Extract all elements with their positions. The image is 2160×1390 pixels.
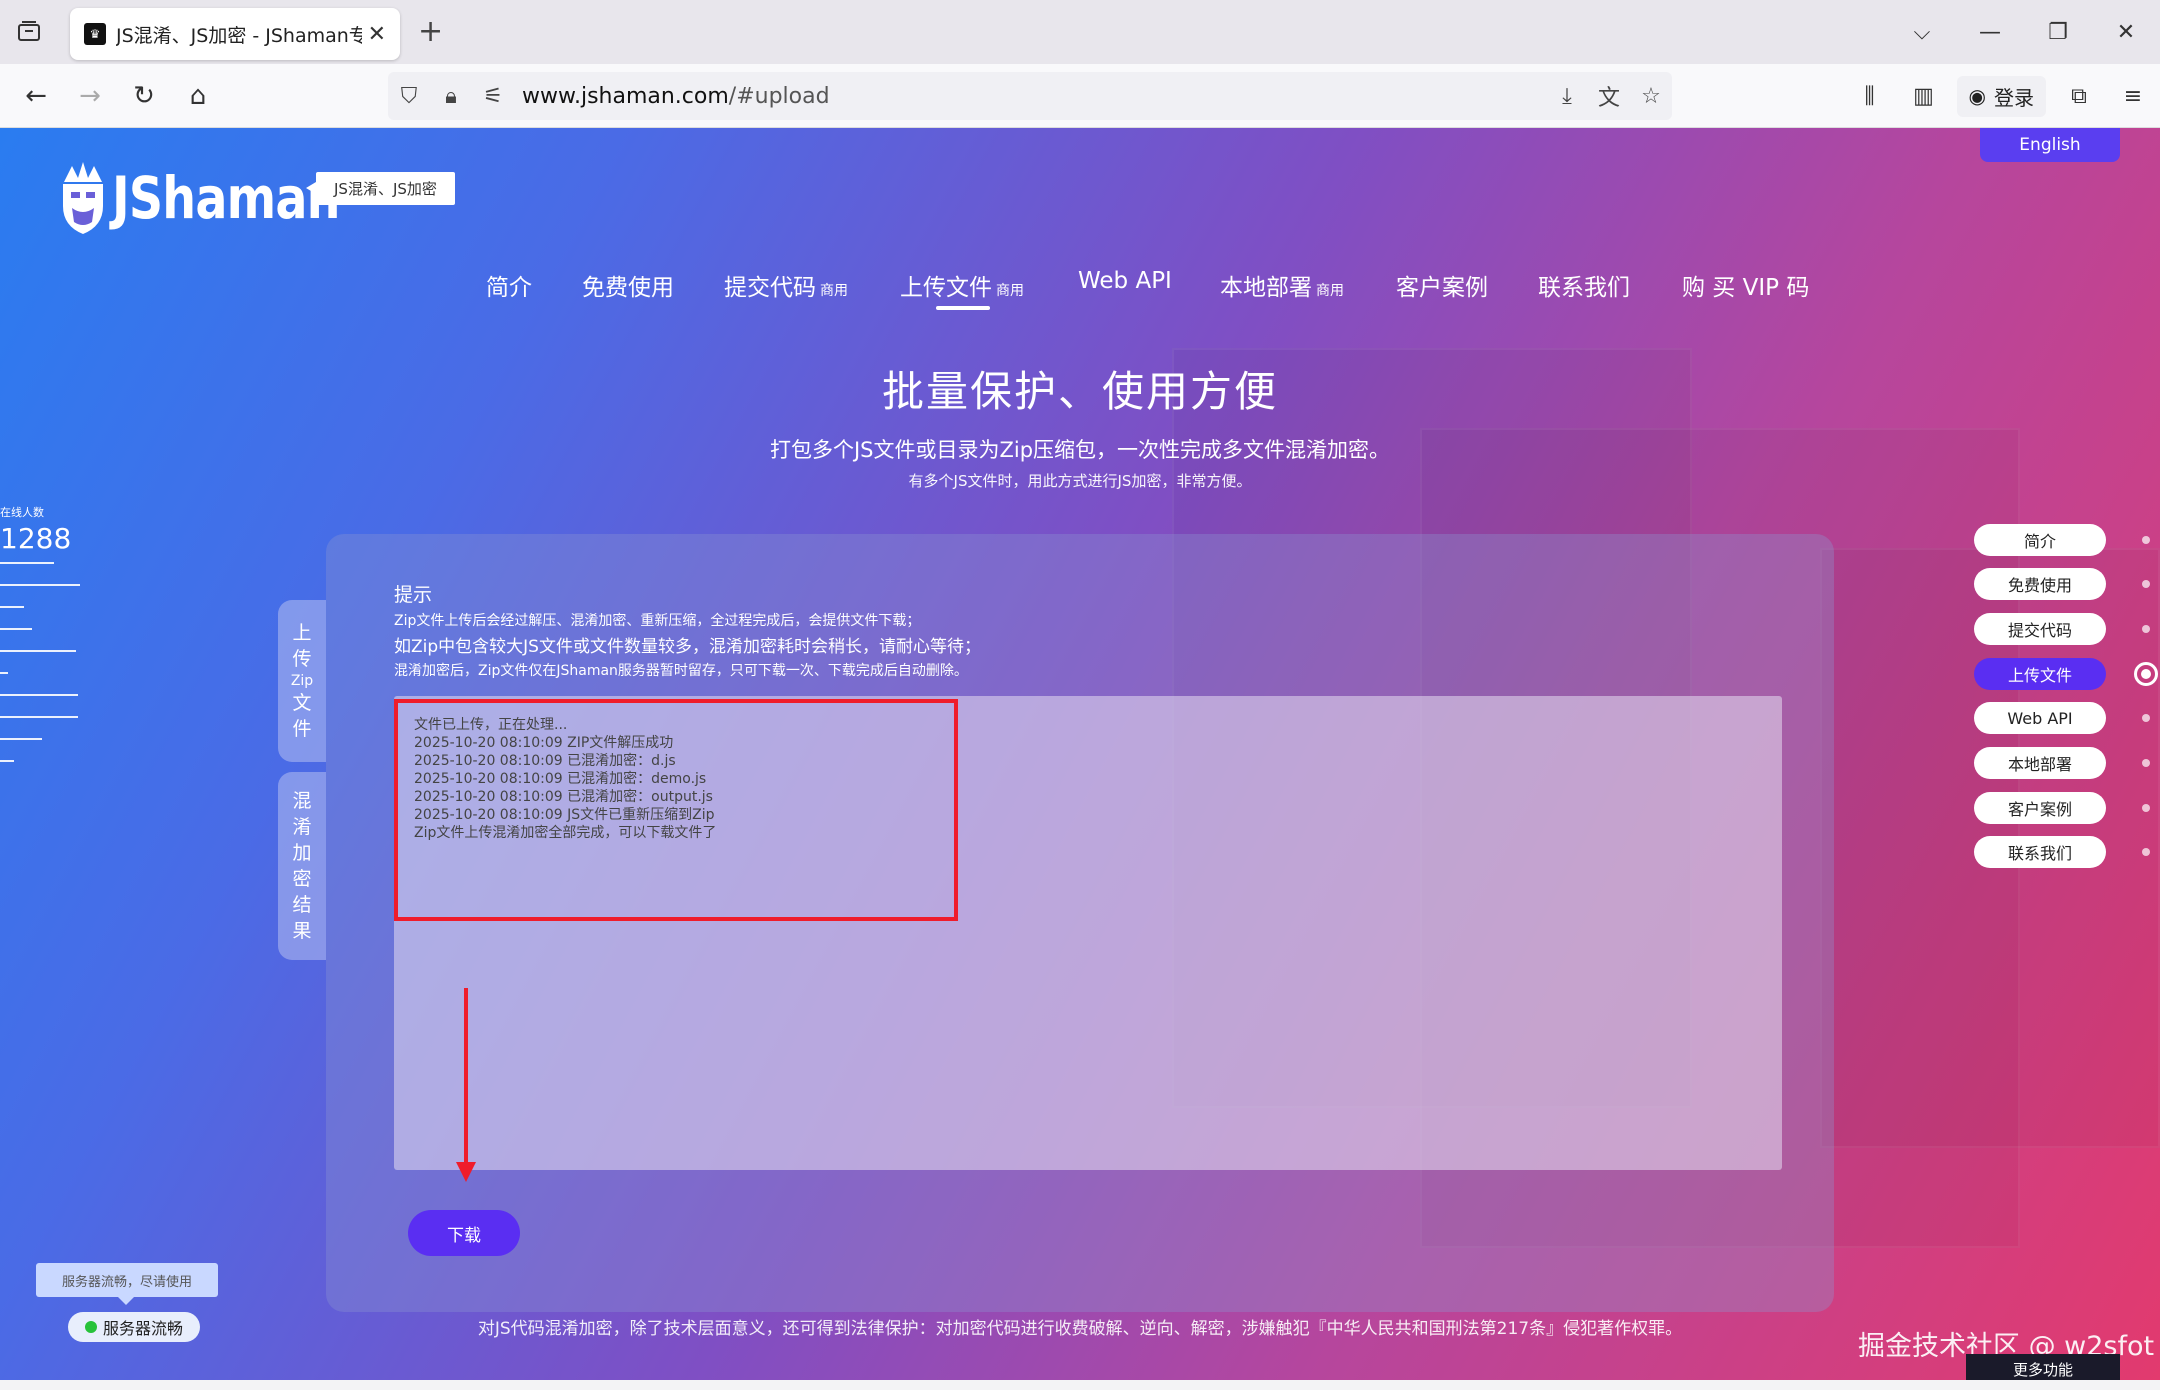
tab-title: JS混淆、JS加密 - JShaman专业: [116, 24, 362, 47]
download-button[interactable]: 下载: [408, 1210, 520, 1256]
hero-title: 批量保护、使用方便: [881, 367, 1278, 416]
browser-nav-bar: ← → ↻ ⌂ ⛉ 🔒︎ ⚟ www.jshaman.com/#upload ⤓…: [0, 64, 2160, 128]
account-icon: ◉: [1968, 84, 1986, 108]
side-dot[interactable]: [2142, 625, 2150, 633]
side-dot[interactable]: [2142, 580, 2150, 588]
logo-tagline: JS混淆、JS加密: [306, 172, 455, 205]
online-users-label: 在线人数: [0, 506, 44, 519]
side-nav-free-use[interactable]: 免费使用: [1974, 568, 2106, 600]
annotation-red-arrow: [464, 988, 468, 1166]
browser-tab-active[interactable]: ♛ JS混淆、JS加密 - JShaman专业 ✕: [70, 8, 400, 60]
hero-subtitle: 打包多个JS文件或目录为Zip压缩包，一次性完成多文件混淆加密。: [769, 438, 1391, 462]
side-nav-local-deploy[interactable]: 本地部署: [1974, 747, 2106, 779]
logo-text: JShaman: [112, 164, 340, 232]
online-users-bars: [0, 562, 80, 782]
permissions-icon[interactable]: ⚟: [472, 72, 514, 120]
side-dot[interactable]: [2142, 804, 2150, 812]
side-dot[interactable]: [2142, 714, 2150, 722]
hero-subtitle-secondary: 有多个JS文件时，用此方式进行JS加密，非常方便。: [908, 472, 1252, 490]
shaman-crown-icon: [63, 162, 103, 234]
side-dot[interactable]: [2142, 536, 2150, 544]
main-nav: 简介 免费使用 提交代码 商用 上传文件 商用 Web API 本地部署 商用 客户案…: [0, 268, 2160, 318]
reload-icon[interactable]: ↻: [128, 80, 160, 112]
vtab-obfuscation-result[interactable]: 混 淆 加 密 结 果: [278, 772, 326, 960]
tab-close-icon[interactable]: ✕: [368, 22, 386, 47]
nav-item-local-deploy[interactable]: 本地部署 商用: [1220, 268, 1344, 302]
browser-tab-bar: ♛ JS混淆、JS加密 - JShaman专业 ✕ + ⌵ — ❐ ✕: [0, 0, 2160, 64]
nav-active-underline: [936, 306, 990, 310]
address-bar[interactable]: ⛉ 🔒︎ ⚟ www.jshaman.com/#upload ⤓ 文 ☆: [388, 72, 1672, 120]
shield-icon[interactable]: ⛉: [388, 72, 430, 120]
annotation-red-arrow-head: [456, 1162, 476, 1182]
english-language-button[interactable]: English: [1980, 128, 2120, 162]
tab-overflow-chevron-icon[interactable]: ⌵: [1888, 20, 1956, 45]
lock-icon[interactable]: 🔒︎: [430, 72, 472, 120]
side-nav-submit-code[interactable]: 提交代码: [1974, 613, 2106, 645]
window-minimize-icon[interactable]: —: [1956, 20, 2024, 45]
nav-item-submit-code[interactable]: 提交代码 商用: [724, 268, 848, 302]
legal-notice: 对JS代码混淆加密，除了技术层面意义，还可得到法律保护：对加密代码进行收费破解、…: [477, 1319, 1683, 1339]
new-tab-button[interactable]: +: [418, 14, 443, 49]
online-users: 在线人数 1288: [0, 504, 71, 555]
bookmark-star-icon[interactable]: ☆: [1630, 84, 1672, 109]
status-dot-icon: [84, 1321, 97, 1333]
nav-item-upload-file[interactable]: 上传文件 商用: [900, 268, 1024, 310]
side-nav-customer-cases[interactable]: 客户案例: [1974, 792, 2106, 824]
translate-icon[interactable]: 文: [1588, 80, 1630, 112]
nav-item-contact-us[interactable]: 联系我们: [1538, 268, 1630, 302]
window-restore-icon[interactable]: ❐: [2024, 20, 2092, 45]
forward-arrow-icon[interactable]: →: [74, 80, 106, 112]
window-close-icon[interactable]: ✕: [2092, 20, 2160, 45]
tips-title: 提示: [394, 584, 433, 606]
download-page-icon[interactable]: ⤓: [1546, 84, 1588, 109]
vtab-upload-zip[interactable]: 上 传 Zip 文 件: [278, 600, 326, 762]
side-dot[interactable]: [2142, 848, 2150, 856]
back-arrow-icon[interactable]: ←: [20, 80, 52, 112]
url-text[interactable]: www.jshaman.com/#upload: [522, 84, 1546, 109]
side-nav-intro[interactable]: 简介: [1974, 524, 2106, 556]
nav-item-free-use[interactable]: 免费使用: [582, 268, 674, 302]
account-login-button[interactable]: ◉ 登录: [1956, 75, 2046, 117]
server-status-tooltip: 服务器流畅，尽请使用: [36, 1263, 218, 1305]
menu-hamburger-icon[interactable]: ≡: [2106, 84, 2160, 109]
annotation-red-box: [394, 699, 958, 921]
tab-list-icon[interactable]: [14, 16, 44, 46]
tip-line-3: 混淆加密后，Zip文件仅在JShaman服务器暂时留存，只可下载一次、下载完成后…: [394, 663, 968, 679]
nav-item-web-api[interactable]: Web API: [1078, 268, 1172, 294]
nav-item-intro[interactable]: 简介: [486, 268, 532, 302]
side-dot-active[interactable]: [2134, 662, 2158, 686]
side-nav-web-api[interactable]: Web API: [1974, 702, 2106, 734]
extensions-icon[interactable]: ⧉: [2052, 84, 2106, 109]
page-bottom-strip: [0, 1380, 2160, 1390]
page-content: JShaman JS混淆、JS加密 English 简介 免费使用 提交代码 商用…: [0, 128, 2160, 1384]
side-dot[interactable]: [2142, 759, 2150, 767]
nav-item-customer-cases[interactable]: 客户案例: [1396, 268, 1488, 302]
side-nav-upload-file[interactable]: 上传文件: [1974, 658, 2106, 690]
side-nav-contact-us[interactable]: 联系我们: [1974, 836, 2106, 868]
library-icon[interactable]: ⫼: [1843, 84, 1897, 109]
tip-line-1: Zip文件上传后会经过解压、混淆加密、重新压缩，全过程完成后，会提供文件下载；: [394, 613, 921, 629]
sidebar-toggle-icon[interactable]: ▥: [1897, 84, 1951, 109]
site-favicon-icon: ♛: [84, 23, 106, 45]
server-status-badge[interactable]: 服务器流畅: [68, 1312, 200, 1342]
tip-line-2: 如Zip中包含较大JS文件或文件数量较多，混淆加密耗时会稍长，请耐心等待；: [394, 637, 981, 657]
nav-item-buy-vip[interactable]: 购 买 VIP 码: [1682, 268, 1809, 302]
home-icon[interactable]: ⌂: [182, 80, 214, 112]
online-users-count: 1288: [0, 522, 72, 555]
